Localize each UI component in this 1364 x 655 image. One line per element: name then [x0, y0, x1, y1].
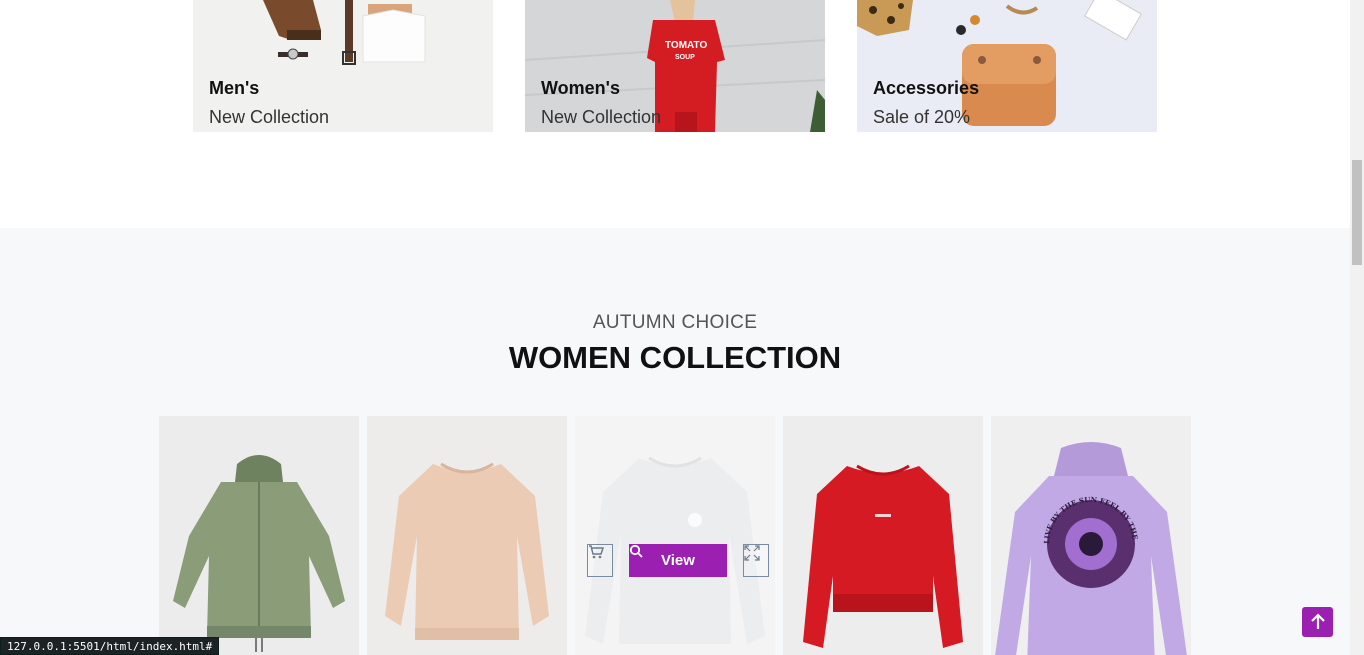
product-card[interactable]: [367, 416, 567, 655]
category-title: Men's: [209, 78, 260, 98]
page: Men's New Collection TOMATO SOUP Women's…: [0, 0, 1364, 655]
category-subtitle: New Collection: [541, 107, 662, 127]
hover-overlay: [575, 416, 775, 655]
arrow-up-icon: [1310, 613, 1325, 629]
svg-text:TOMATO: TOMATO: [665, 40, 707, 51]
expand-icon: [744, 545, 760, 561]
section-eyebrow: AUTUMN CHOICE: [592, 312, 758, 333]
product-card[interactable]: [159, 416, 359, 655]
category-banners: Men's New Collection TOMATO SOUP Women's…: [193, 0, 1157, 132]
product-card[interactable]: LIVE BY THE SUN FEEL BY THE MOON MOVE BY…: [991, 416, 1191, 655]
status-bar-url: 127.0.0.1:5501/html/index.html#: [0, 637, 220, 655]
product-card-hovered[interactable]: View: [575, 416, 775, 655]
add-to-cart-button[interactable]: [587, 544, 613, 577]
view-button[interactable]: View: [629, 544, 727, 577]
category-subtitle: Sale of 20%: [873, 107, 971, 127]
category-title: Accessories: [873, 78, 980, 98]
page-scrollbar[interactable]: [1350, 0, 1364, 655]
section-heading: WOMEN COLLECTION: [508, 340, 842, 375]
view-button-label: View: [661, 552, 695, 569]
scrollbar-thumb[interactable]: [1352, 160, 1362, 265]
svg-text:SOUP: SOUP: [675, 54, 695, 61]
beige-sweatshirt-image: [385, 462, 549, 640]
product-grid: View LIVE BY THE SUN FEEL BY THE: [159, 416, 1191, 655]
cart-icon: [589, 545, 604, 559]
red-sweatshirt-image: [803, 464, 963, 648]
search-icon: [629, 544, 643, 558]
category-subtitle: New Collection: [209, 107, 330, 127]
green-jacket-image: [173, 455, 345, 652]
category-card-mens[interactable]: Men's New Collection: [193, 0, 493, 132]
lavender-hoodie-image: LIVE BY THE SUN FEEL BY THE MOON MOVE BY…: [991, 416, 1187, 655]
quick-view-button[interactable]: [743, 544, 769, 577]
back-to-top-button[interactable]: [1302, 607, 1333, 637]
category-card-accessories[interactable]: Accessories Sale of 20%: [857, 0, 1157, 132]
product-card[interactable]: [783, 416, 983, 655]
category-card-womens[interactable]: TOMATO SOUP Women's New Collection: [525, 0, 825, 132]
women-collection-section: AUTUMN CHOICE WOMEN COLLECTION View LIVE…: [0, 228, 1350, 655]
category-title: Women's: [541, 78, 620, 98]
